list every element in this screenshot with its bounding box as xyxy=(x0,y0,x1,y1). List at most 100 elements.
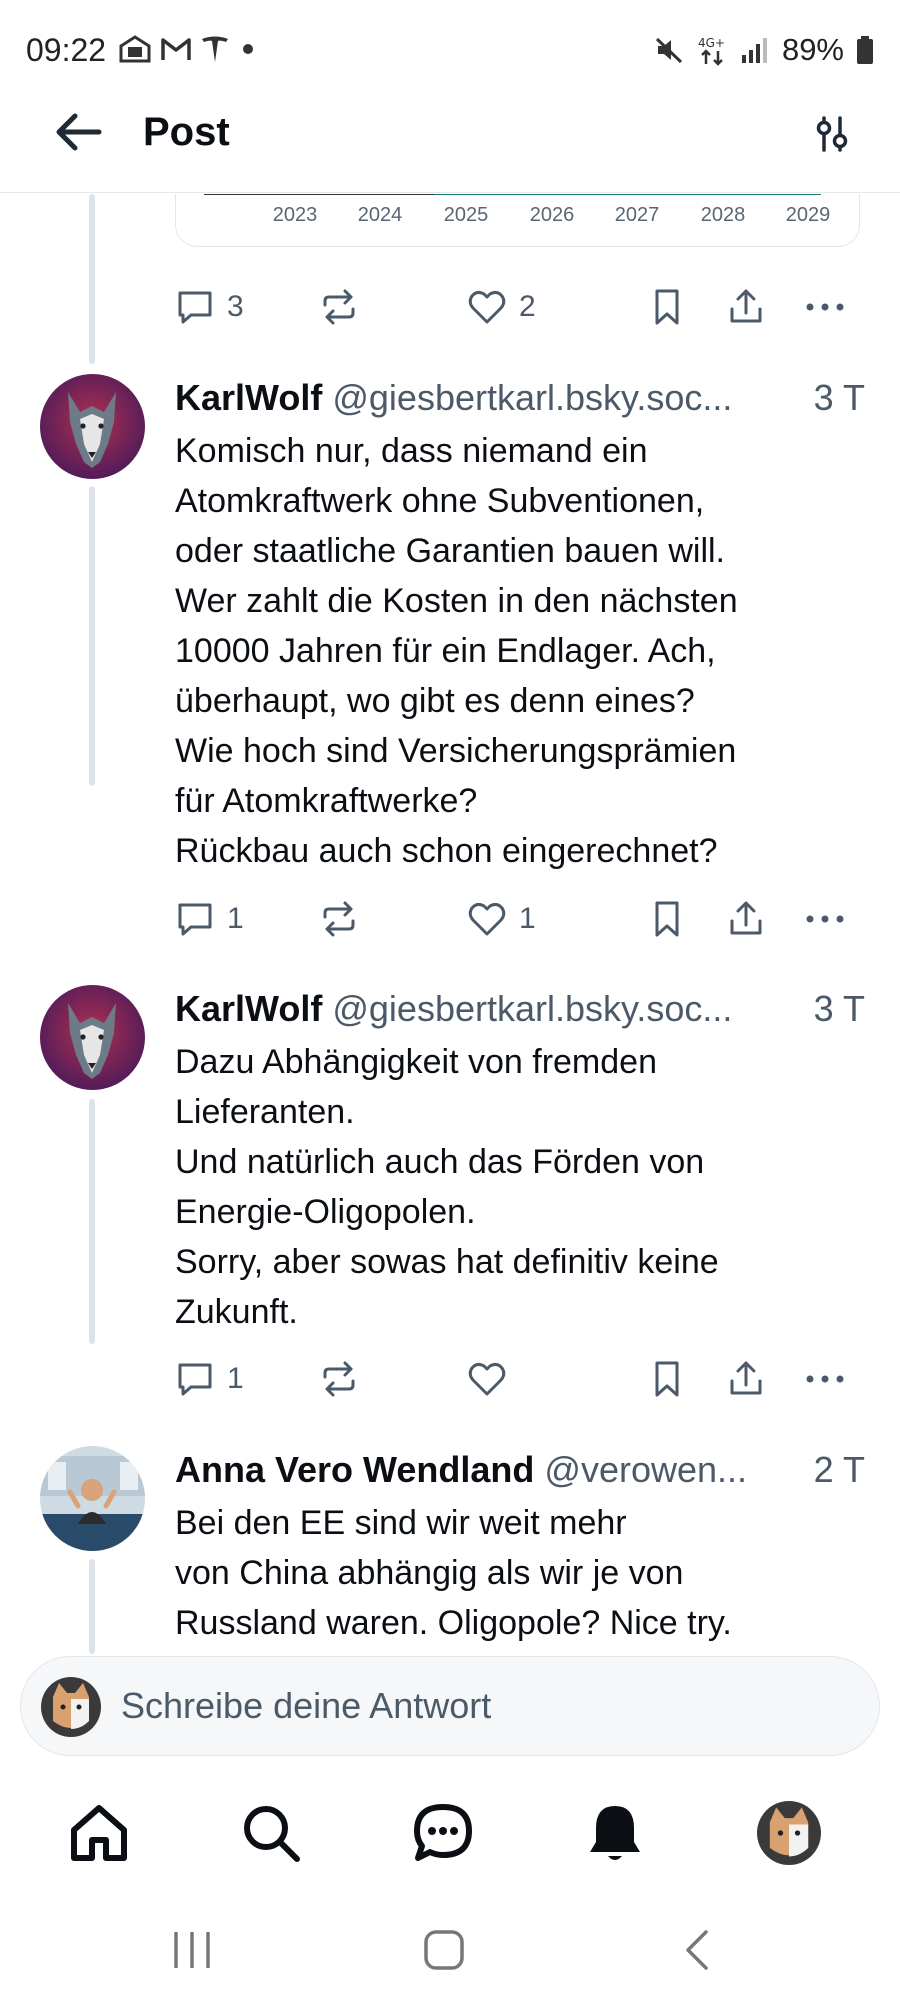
battery-icon xyxy=(857,36,873,64)
reply-button[interactable]: 1 xyxy=(175,1354,244,1404)
nav-search[interactable] xyxy=(236,1798,306,1868)
recent-apps-icon xyxy=(174,1932,210,1968)
nav-profile[interactable] xyxy=(754,1798,824,1868)
status-right: 4G+ 89% xyxy=(654,32,874,68)
chart-year-label: 2027 xyxy=(614,204,660,226)
post-text: Komisch nur, dass niemand ein Atomkraftw… xyxy=(175,432,738,870)
post-time: 3 T xyxy=(805,985,865,1033)
more-options-button[interactable] xyxy=(803,1354,847,1404)
reply-button[interactable]: 3 xyxy=(175,282,244,332)
reply-button[interactable]: 1 xyxy=(175,894,244,944)
chart-year-label: 2028 xyxy=(700,204,746,226)
wolf-avatar-icon xyxy=(40,985,145,1090)
comment-icon xyxy=(178,903,212,936)
share-button[interactable] xyxy=(726,282,766,332)
bookmark-icon xyxy=(655,901,679,937)
avatar[interactable] xyxy=(40,1446,145,1551)
home-system-button[interactable] xyxy=(414,1920,474,1980)
author-name[interactable]: KarlWolf xyxy=(175,377,322,418)
chevron-left-icon xyxy=(686,1930,708,1970)
more-options-button[interactable] xyxy=(803,282,847,332)
heart-icon xyxy=(468,290,506,324)
repost-button[interactable] xyxy=(319,894,359,944)
chart-year-label: 2024 xyxy=(357,204,403,226)
back-system-button[interactable] xyxy=(668,1920,728,1980)
arrow-left-icon xyxy=(56,113,102,151)
bookmark-icon xyxy=(655,1361,679,1397)
thread-content[interactable]: 2023 2024 2025 2026 2027 2028 2029 3 2 K… xyxy=(0,194,900,1654)
reply-composer[interactable]: Schreibe deine Antwort xyxy=(20,1656,880,1756)
post[interactable]: Anna Vero Wendland @verowen... 2 T Bei d… xyxy=(0,1446,900,1654)
more-options-button[interactable] xyxy=(803,894,847,944)
author-handle[interactable]: @giesbertkarl.bsky.soc... xyxy=(332,988,732,1029)
reply-input-placeholder[interactable]: Schreibe deine Antwort xyxy=(121,1685,491,1727)
repost-button[interactable] xyxy=(319,1354,359,1404)
status-bar: 09:22 4G+ 89% xyxy=(0,0,900,100)
wolf-avatar-icon xyxy=(40,374,145,479)
bell-icon xyxy=(590,1806,640,1860)
chart-line-segment xyxy=(434,194,821,195)
bookmark-button[interactable] xyxy=(647,282,687,332)
like-button[interactable]: 1 xyxy=(467,894,536,944)
svg-text:4G+: 4G+ xyxy=(698,36,725,50)
like-count: 1 xyxy=(519,902,536,935)
recent-apps-button[interactable] xyxy=(162,1920,222,1980)
like-button[interactable]: 2 xyxy=(467,282,536,332)
like-count: 2 xyxy=(519,290,536,323)
embedded-chart-card[interactable]: 2023 2024 2025 2026 2027 2028 2029 xyxy=(175,194,860,247)
own-avatar xyxy=(41,1677,101,1737)
search-icon xyxy=(244,1806,300,1862)
bottom-navigation xyxy=(0,1780,900,1900)
repost-icon xyxy=(323,901,355,937)
chart-x-axis: 2023 2024 2025 2026 2027 2028 2029 xyxy=(176,204,859,234)
thread-line xyxy=(89,194,95,364)
cat-avatar-icon xyxy=(757,1801,821,1865)
author-name[interactable]: Anna Vero Wendland xyxy=(175,1449,534,1490)
mute-icon xyxy=(655,37,682,64)
chat-icon xyxy=(414,1804,472,1861)
author-name[interactable]: KarlWolf xyxy=(175,988,322,1029)
share-button[interactable] xyxy=(726,894,766,944)
like-button[interactable] xyxy=(467,1354,507,1404)
author-handle[interactable]: @giesbertkarl.bsky.soc... xyxy=(332,377,732,418)
post-header: KarlWolf @giesbertkarl.bsky.soc... 3 T xyxy=(175,374,865,422)
repost-icon xyxy=(323,289,355,325)
person-photo-avatar-icon xyxy=(40,1446,145,1551)
back-button[interactable] xyxy=(50,104,106,160)
bookmark-button[interactable] xyxy=(647,1354,687,1404)
home-icon xyxy=(71,1805,127,1861)
ellipsis-icon xyxy=(806,303,844,311)
nav-notifications[interactable] xyxy=(580,1798,650,1868)
dot-icon xyxy=(243,44,253,54)
share-button[interactable] xyxy=(726,1354,766,1404)
status-time: 09:22 xyxy=(26,32,107,68)
comment-icon xyxy=(178,291,212,324)
avatar[interactable] xyxy=(40,374,145,479)
heart-icon xyxy=(468,902,506,936)
chart-baseline xyxy=(204,194,821,195)
nav-chat[interactable] xyxy=(408,1798,478,1868)
post[interactable]: KarlWolf @giesbertkarl.bsky.soc... 3 T D… xyxy=(0,985,900,1345)
author-handle[interactable]: @verowen... xyxy=(544,1449,747,1490)
post-actions: 1 xyxy=(175,1354,855,1404)
post-actions: 1 1 xyxy=(175,894,855,944)
nav-home[interactable] xyxy=(64,1798,134,1868)
bookmark-button[interactable] xyxy=(647,894,687,944)
repost-button[interactable] xyxy=(319,282,359,332)
notification-icons xyxy=(118,34,258,64)
chart-year-label: 2023 xyxy=(272,204,318,226)
post[interactable]: KarlWolf @giesbertkarl.bsky.soc... 3 T K… xyxy=(0,374,900,894)
avatar[interactable] xyxy=(40,985,145,1090)
lte-icon: 4G+ xyxy=(698,36,725,66)
comment-icon xyxy=(178,1363,212,1396)
teams-icon xyxy=(119,35,151,63)
chart-year-label: 2025 xyxy=(443,204,489,226)
heart-icon xyxy=(468,1362,506,1396)
post-time: 3 T xyxy=(805,374,865,422)
tesla-icon xyxy=(202,36,228,62)
post-text: Dazu Abhängigkeit von fremden Lieferante… xyxy=(175,1043,719,1331)
reply-count: 3 xyxy=(227,290,244,323)
chart-year-label: 2026 xyxy=(529,204,575,226)
thread-settings-button[interactable] xyxy=(804,106,860,162)
gmail-icon xyxy=(161,38,191,60)
